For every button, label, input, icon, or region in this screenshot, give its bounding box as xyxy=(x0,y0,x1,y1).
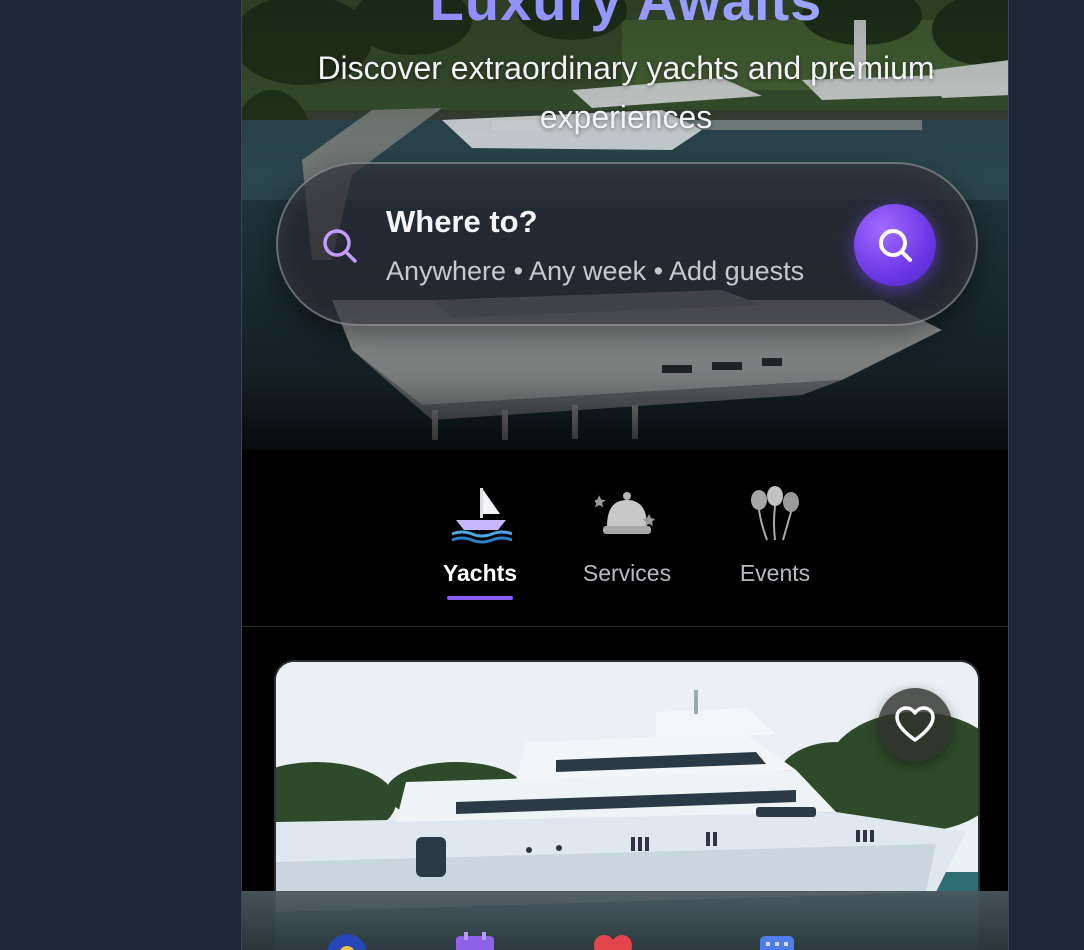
calendar-icon xyxy=(456,932,494,950)
search-icon xyxy=(879,229,912,262)
heart-icon xyxy=(895,706,935,742)
search-details: Anywhere • Any week • Add guests xyxy=(386,256,805,286)
app-screen: Luxury Awaits Discover extraordinary yac… xyxy=(241,0,1009,950)
search-icon xyxy=(323,229,357,263)
nav-more[interactable] xyxy=(754,930,800,950)
explore-icon xyxy=(327,934,367,950)
search-bar[interactable]: Where to? Anywhere • Any week • Add gues… xyxy=(276,162,978,326)
tab-events[interactable]: Events xyxy=(720,480,830,610)
heart-icon xyxy=(594,935,632,950)
tab-services[interactable]: Services xyxy=(572,480,682,610)
tab-services-label: Services xyxy=(582,560,672,586)
nav-bookings[interactable] xyxy=(452,930,498,950)
hero-section: Luxury Awaits Discover extraordinary yac… xyxy=(242,0,1008,450)
search-button[interactable] xyxy=(854,204,936,286)
service-bell-icon xyxy=(595,492,655,534)
hero-title: Luxury Awaits xyxy=(242,0,1008,33)
tab-yachts-label: Yachts xyxy=(442,560,518,586)
nav-favorites[interactable] xyxy=(590,930,636,950)
grid-icon xyxy=(760,936,794,950)
category-tabs: Yachts Services Events xyxy=(242,450,1008,627)
tab-yachts[interactable]: Yachts xyxy=(425,480,535,610)
sailboat-icon xyxy=(451,488,512,544)
hero-subtitle: Discover extraordinary yachts and premiu… xyxy=(317,50,935,135)
tab-events-label: Events xyxy=(739,560,811,586)
balloons-icon xyxy=(751,486,799,541)
nav-explore[interactable] xyxy=(324,930,370,950)
favorite-button[interactable] xyxy=(878,688,952,762)
active-tab-indicator xyxy=(447,596,513,600)
bottom-navigation xyxy=(242,891,1008,950)
search-title: Where to? xyxy=(386,204,538,239)
